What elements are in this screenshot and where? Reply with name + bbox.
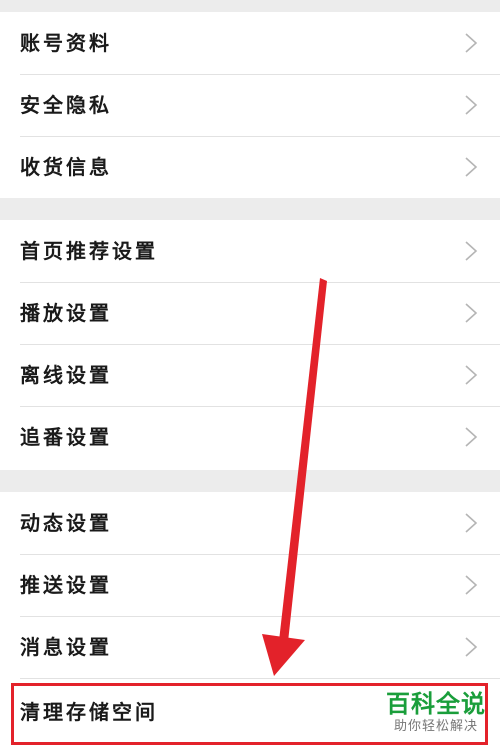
- setting-row-offline[interactable]: 离线设置: [0, 344, 500, 406]
- chevron-right-icon: [465, 95, 478, 115]
- settings-group-playback: 首页推荐设置 播放设置 离线设置 追番设置: [0, 220, 500, 470]
- setting-label: 离线设置: [20, 363, 112, 387]
- chevron-right-icon: [465, 365, 478, 385]
- chevron-right-icon: [465, 241, 478, 261]
- chevron-right-icon: [465, 637, 478, 657]
- setting-label: 消息设置: [20, 635, 112, 659]
- setting-row-security-privacy[interactable]: 安全隐私: [0, 74, 500, 136]
- watermark-subtitle: 助你轻松解决: [393, 719, 478, 734]
- setting-label: 推送设置: [20, 573, 112, 597]
- row-divider: [20, 678, 500, 679]
- setting-label: 动态设置: [20, 511, 112, 535]
- chevron-right-icon: [465, 513, 478, 533]
- chevron-right-icon: [465, 33, 478, 53]
- settings-group-account: 账号资料 安全隐私 收货信息: [0, 12, 500, 198]
- setting-row-push[interactable]: 推送设置: [0, 554, 500, 616]
- setting-row-shipping-info[interactable]: 收货信息: [0, 136, 500, 198]
- chevron-right-icon: [465, 157, 478, 177]
- chevron-right-icon: [465, 575, 478, 595]
- watermark-logo: 百科全说 助你轻松解决: [386, 690, 486, 736]
- setting-row-follow-series[interactable]: 追番设置: [0, 406, 500, 468]
- chevron-right-icon: [465, 303, 478, 323]
- setting-label: 首页推荐设置: [20, 239, 158, 263]
- setting-label: 收货信息: [20, 155, 112, 179]
- setting-row-account-profile[interactable]: 账号资料: [0, 12, 500, 74]
- setting-label: 播放设置: [20, 301, 112, 325]
- watermark-title: 百科全说: [386, 690, 486, 718]
- chevron-right-icon: [465, 427, 478, 447]
- setting-row-home-recommend[interactable]: 首页推荐设置: [0, 220, 500, 282]
- setting-label: 账号资料: [20, 31, 112, 55]
- setting-row-playback[interactable]: 播放设置: [0, 282, 500, 344]
- setting-row-messages[interactable]: 消息设置: [0, 616, 500, 678]
- setting-label: 安全隐私: [20, 93, 112, 117]
- setting-label: 追番设置: [20, 425, 112, 449]
- setting-row-feed[interactable]: 动态设置: [0, 492, 500, 554]
